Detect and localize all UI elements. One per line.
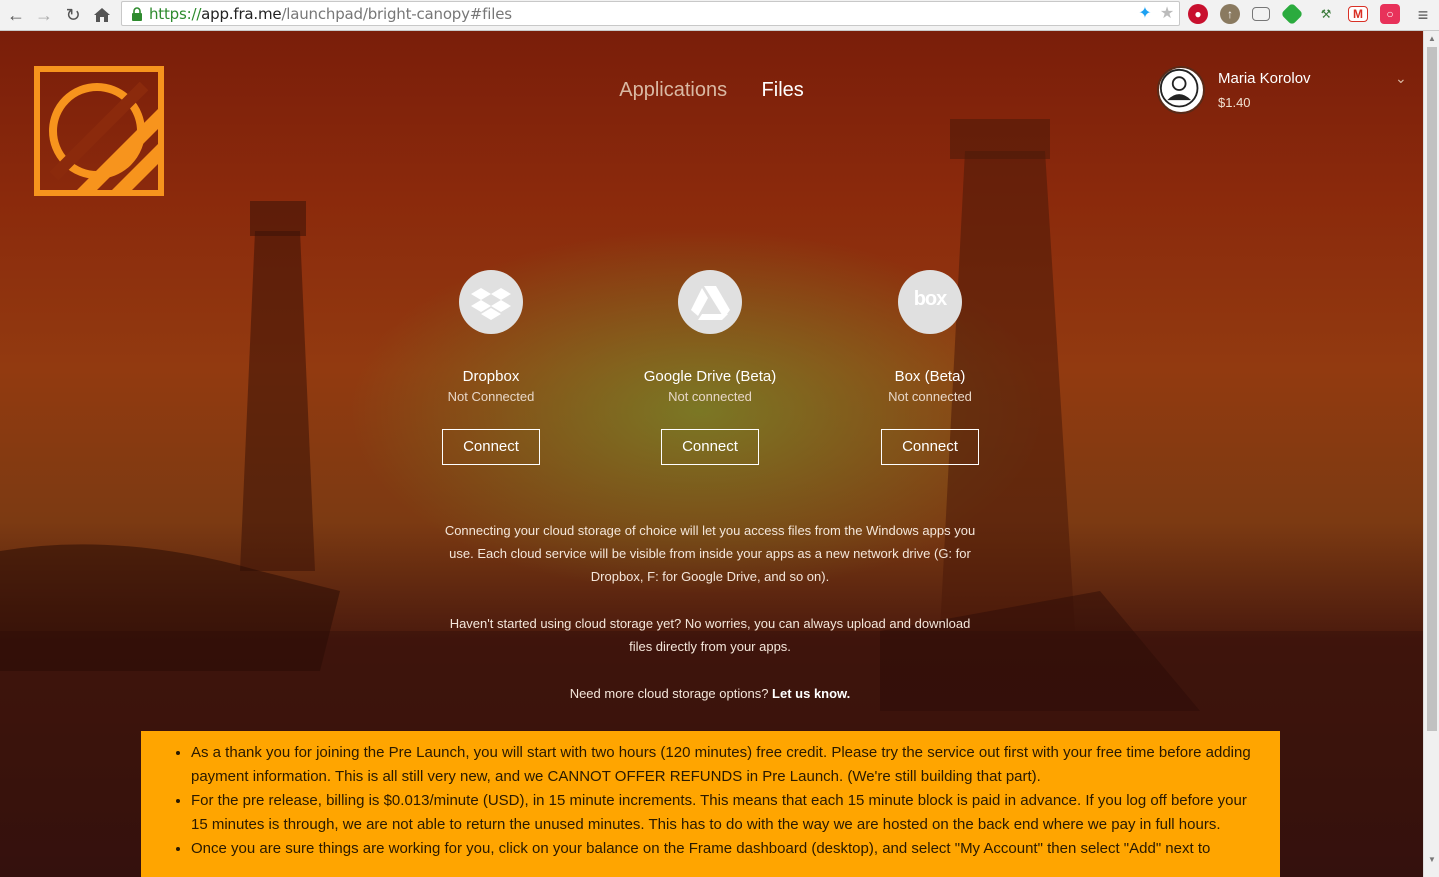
pre-launch-notice: As a thank you for joining the Pre Launc… [141,731,1280,877]
connect-google-drive-button[interactable]: Connect [661,429,759,465]
scroll-up-icon[interactable]: ▲ [1424,32,1439,46]
tab-files[interactable]: Files [762,79,804,102]
extension-stop-icon[interactable]: ● [1188,4,1208,24]
service-box: box Box (Beta) Not connected Connect [830,270,1030,465]
scroll-thumb[interactable] [1427,47,1437,731]
gmail-icon[interactable]: M [1348,6,1368,22]
scrollbar[interactable]: ▲ ▼ [1423,31,1439,877]
let-us-know-link[interactable]: Let us know. [772,686,850,701]
connect-dropbox-button[interactable]: Connect [442,429,540,465]
user-name: Maria Korolov [1218,70,1311,87]
extension-tools-icon[interactable]: ⚒ [1316,4,1336,24]
back-icon[interactable]: ← [4,3,28,27]
extension-diamond-icon[interactable] [1280,2,1304,26]
service-status: Not connected [668,389,752,404]
extension-upload-icon[interactable]: ↑ [1220,4,1240,24]
address-bar[interactable]: https://app.fra.me/launchpad/bright-cano… [121,1,1180,26]
home-icon[interactable] [90,3,114,27]
cloud-storage-info: Connecting your cloud storage of choice … [440,519,980,729]
notice-item: For the pre release, billing is $0.013/m… [191,789,1262,837]
scroll-down-icon[interactable]: ▼ [1424,853,1439,867]
service-dropbox: Dropbox Not Connected Connect [391,270,591,465]
user-balance[interactable]: $1.40 [1218,95,1251,110]
service-name: Google Drive (Beta) [643,368,777,385]
reload-icon[interactable]: ↻ [61,3,85,27]
info-paragraph: Need more cloud storage options? Let us … [569,686,851,701]
service-name: Box (Beta) [894,368,966,385]
dropbox-icon [459,270,523,334]
cast-icon[interactable] [1252,7,1270,21]
forward-icon[interactable]: → [32,3,56,27]
page-background: Applications Files Maria Korolov $1.40 ⌄… [0,31,1423,877]
extension-pocket-icon[interactable]: ○ [1380,4,1400,24]
url-text: https://app.fra.me/launchpad/bright-cano… [149,5,512,23]
connect-box-button[interactable]: Connect [881,429,979,465]
service-status: Not Connected [447,389,535,404]
lock-icon [132,7,142,21]
info-paragraph: Connecting your cloud storage of choice … [444,523,976,584]
hamburger-icon[interactable]: ≡ [1411,3,1435,27]
box-icon: box [898,270,962,334]
service-google-drive: Google Drive (Beta) Not connected Connec… [610,270,810,465]
user-menu[interactable]: Maria Korolov $1.40 ⌄ [1157,66,1417,116]
chevron-down-icon[interactable]: ⌄ [1395,70,1407,87]
notice-item: Once you are sure things are working for… [191,837,1262,861]
twitter-icon[interactable]: ✦ [1135,4,1155,24]
tab-applications[interactable]: Applications [619,79,727,102]
service-status: Not connected [888,389,972,404]
notice-item: As a thank you for joining the Pre Launc… [191,741,1262,789]
info-paragraph: Haven't started using cloud storage yet?… [449,616,971,654]
google-drive-icon [678,270,742,334]
avatar[interactable] [1157,66,1205,114]
star-icon[interactable]: ★ [1157,4,1177,24]
browser-toolbar: ← → ↻ https://app.fra.me/launchpad/brigh… [0,0,1439,31]
service-name: Dropbox [462,368,520,385]
